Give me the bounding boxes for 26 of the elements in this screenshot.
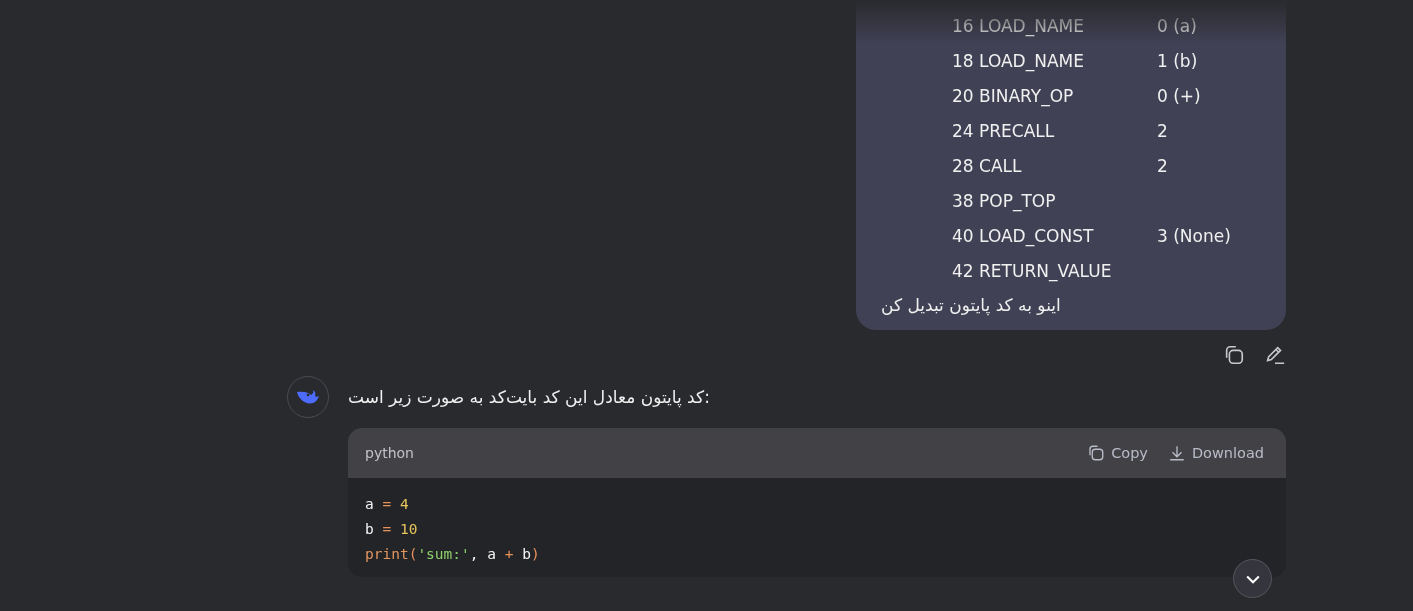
code-line: print('sum:', a + b) bbox=[365, 545, 541, 564]
download-icon bbox=[1167, 444, 1186, 462]
bytecode-op: 18 LOAD_NAME bbox=[952, 50, 1085, 71]
code-language: python bbox=[365, 445, 415, 461]
message-text: کد پایتون معادل این کد بایت‌کد به صورت زیر است: bbox=[348, 386, 711, 410]
edit-icon[interactable] bbox=[1264, 344, 1286, 366]
bytecode-op: 38 POP_TOP bbox=[952, 190, 1057, 211]
bytecode-op: 24 PRECALL bbox=[952, 120, 1056, 141]
bytecode-op: 20 BINARY_OP bbox=[952, 85, 1075, 106]
copy-icon bbox=[1087, 444, 1106, 462]
bytecode-arg: 3 (None) bbox=[1157, 225, 1232, 246]
bytecode-op: 42 RETURN_VALUE bbox=[952, 260, 1113, 281]
code-line: a = 4 bbox=[365, 495, 410, 514]
copy-icon[interactable] bbox=[1223, 344, 1245, 366]
bytecode-arg: 0 (+) bbox=[1157, 85, 1202, 106]
download-button[interactable]: Download bbox=[1167, 444, 1264, 462]
bytecode-arg: 2 bbox=[1157, 120, 1169, 141]
bytecode-op: 28 CALL bbox=[952, 155, 1023, 176]
bytecode-arg: 0 (a) bbox=[1157, 15, 1198, 36]
message-text: اینو به کد پایتون تبدیل کن bbox=[881, 294, 1062, 318]
bytecode-arg: 1 (b) bbox=[1157, 50, 1199, 71]
copy-button[interactable]: Copy bbox=[1087, 444, 1148, 462]
bytecode-op: 16 LOAD_NAME bbox=[952, 15, 1085, 36]
bytecode-op: 40 LOAD_CONST bbox=[952, 225, 1095, 246]
bytecode-arg: 2 bbox=[1157, 155, 1169, 176]
code-line: b = 10 bbox=[365, 520, 419, 539]
